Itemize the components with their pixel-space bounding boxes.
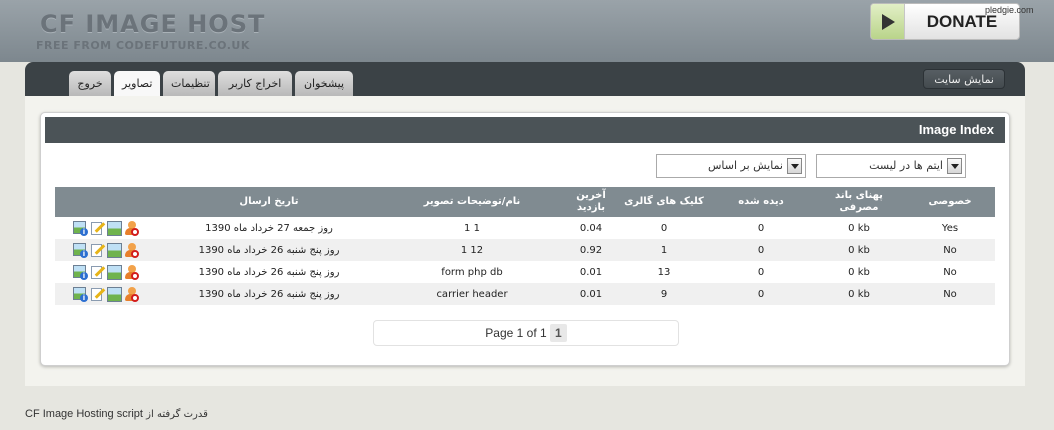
cell-views: 0	[709, 283, 813, 305]
logo-title[interactable]: CF IMAGE HOST	[40, 10, 265, 38]
image-info-icon[interactable]: i	[73, 264, 88, 280]
row-actions: i	[55, 261, 157, 283]
cell-name[interactable]: 1 12	[381, 239, 563, 261]
cell-last-view: 0.04	[579, 222, 603, 234]
image-icon[interactable]	[107, 220, 122, 236]
ban-user-icon[interactable]	[124, 286, 139, 302]
cell-bandwidth: 0 kb	[813, 283, 905, 305]
col-date[interactable]: تاریخ ارسال	[157, 187, 381, 217]
ban-user-icon[interactable]	[124, 220, 139, 236]
cell-date: روز پنج شنبه 26 خرداد ماه 1390	[157, 239, 381, 261]
pagination: Page 1 of 1 1	[373, 320, 679, 346]
image-info-icon[interactable]: i	[73, 220, 88, 236]
cell-private: No	[905, 283, 995, 305]
cell-bandwidth: 0 kb	[813, 239, 905, 261]
cell-clicks: 0	[660, 222, 668, 234]
table-row: i روز پنج شنبه 26 خرداد ماه 1390 form ph…	[55, 261, 995, 283]
edit-icon[interactable]	[90, 265, 106, 280]
edit-icon[interactable]	[90, 221, 106, 236]
cell-name[interactable]: form php db	[381, 261, 563, 283]
footer: CF Image Hosting script قدرت گرفته از	[25, 408, 208, 420]
cell-date: روز پنج شنبه 26 خرداد ماه 1390	[157, 283, 381, 305]
cell-views: 0	[709, 239, 813, 261]
cell-name[interactable]: carrier header	[381, 283, 563, 305]
items-per-page-select[interactable]: ایتم ها در لیست	[816, 154, 966, 178]
cell-date: روز پنج شنبه 26 خرداد ماه 1390	[198, 266, 340, 278]
table-row: i روز پنج شنبه 26 خرداد ماه 1390 1 12 0.…	[55, 239, 995, 261]
edit-icon[interactable]	[90, 243, 106, 258]
pledgie-watermark: pledgie.com	[985, 5, 1034, 15]
sort-by-value: نمایش بر اساس	[707, 159, 783, 172]
logo-subtitle: FREE FROM CODEFUTURE.CO.UK	[36, 39, 250, 52]
items-per-page-value: ایتم ها در لیست	[869, 159, 943, 172]
cell-private: No	[943, 266, 957, 278]
view-site-button[interactable]: نمایش سایت	[923, 69, 1005, 89]
ban-user-icon[interactable]	[124, 264, 139, 280]
cell-last-view: 0.01	[563, 283, 619, 305]
table-row: i روز جمعه 27 خرداد ماه 1390 1 1 0.04 0 …	[55, 217, 995, 239]
edit-icon[interactable]	[90, 287, 106, 302]
image-icon[interactable]	[107, 286, 122, 302]
sort-by-select[interactable]: نمایش بر اساس	[656, 154, 806, 178]
ban-user-icon[interactable]	[124, 242, 139, 258]
cell-clicks: 9	[619, 283, 709, 305]
row-actions: i	[55, 217, 157, 239]
cell-views: 0	[757, 266, 765, 278]
chevron-down-icon	[947, 158, 962, 174]
header: CF IMAGE HOST FREE FROM CODEFUTURE.CO.UK…	[0, 0, 1054, 62]
col-gallery-clicks[interactable]: کلیک های گالری	[619, 187, 709, 217]
images-table: تاریخ ارسال نام/توضیحات تصویر آخرین بازد…	[55, 187, 995, 305]
cell-clicks: 13	[657, 266, 671, 278]
image-info-icon[interactable]: i	[73, 286, 88, 302]
cell-views: 0	[757, 222, 765, 234]
page-info: Page 1 of 1	[485, 326, 547, 340]
cell-clicks: 1	[619, 239, 709, 261]
image-icon[interactable]	[107, 242, 122, 258]
tab-ban-user[interactable]: اخراج کاربر	[218, 71, 292, 96]
image-icon[interactable]	[107, 264, 122, 280]
cell-private: No	[905, 239, 995, 261]
col-views[interactable]: دیده شده	[709, 187, 813, 217]
table-header-row: تاریخ ارسال نام/توضیحات تصویر آخرین بازد…	[55, 187, 995, 217]
tab-dashboard[interactable]: پیشخوان	[295, 71, 353, 96]
cell-date: روز جمعه 27 خرداد ماه 1390	[205, 222, 333, 234]
nav-bar: پیشخوان اخراج کاربر تنظیمات تصاویر خروج …	[25, 62, 1025, 96]
col-name[interactable]: نام/توضیحات تصویر	[381, 187, 563, 217]
tab-logout[interactable]: خروج	[69, 71, 111, 96]
cell-name[interactable]: 1 1	[381, 217, 563, 239]
cell-private: Yes	[941, 222, 959, 234]
play-icon	[871, 4, 905, 39]
footer-powered-by: قدرت گرفته از	[146, 409, 208, 420]
col-actions	[55, 187, 157, 217]
panel-title: Image Index	[45, 117, 1005, 143]
col-private[interactable]: خصوصی	[905, 187, 995, 217]
cell-last-view: 0.01	[579, 266, 603, 278]
footer-script-link[interactable]: CF Image Hosting script	[25, 408, 143, 420]
cell-bandwidth: 0 kb	[848, 266, 870, 278]
page-link-1[interactable]: 1	[550, 324, 567, 342]
row-actions: i	[55, 239, 157, 261]
tab-images[interactable]: تصاویر	[114, 71, 160, 96]
row-actions: i	[55, 283, 157, 305]
cell-bandwidth: 0 kb	[848, 222, 870, 234]
cell-last-view: 0.92	[563, 239, 619, 261]
table-row: i روز پنج شنبه 26 خرداد ماه 1390 carrier…	[55, 283, 995, 305]
image-index-panel: Image Index ایتم ها در لیست نمایش بر اسا…	[40, 112, 1010, 366]
col-last-view[interactable]: آخرین بازدید	[563, 187, 619, 217]
tab-settings[interactable]: تنظیمات	[163, 71, 215, 96]
image-info-icon[interactable]: i	[73, 242, 88, 258]
chevron-down-icon	[787, 158, 802, 174]
col-bandwidth[interactable]: پهنای باند مصرفی	[813, 187, 905, 217]
